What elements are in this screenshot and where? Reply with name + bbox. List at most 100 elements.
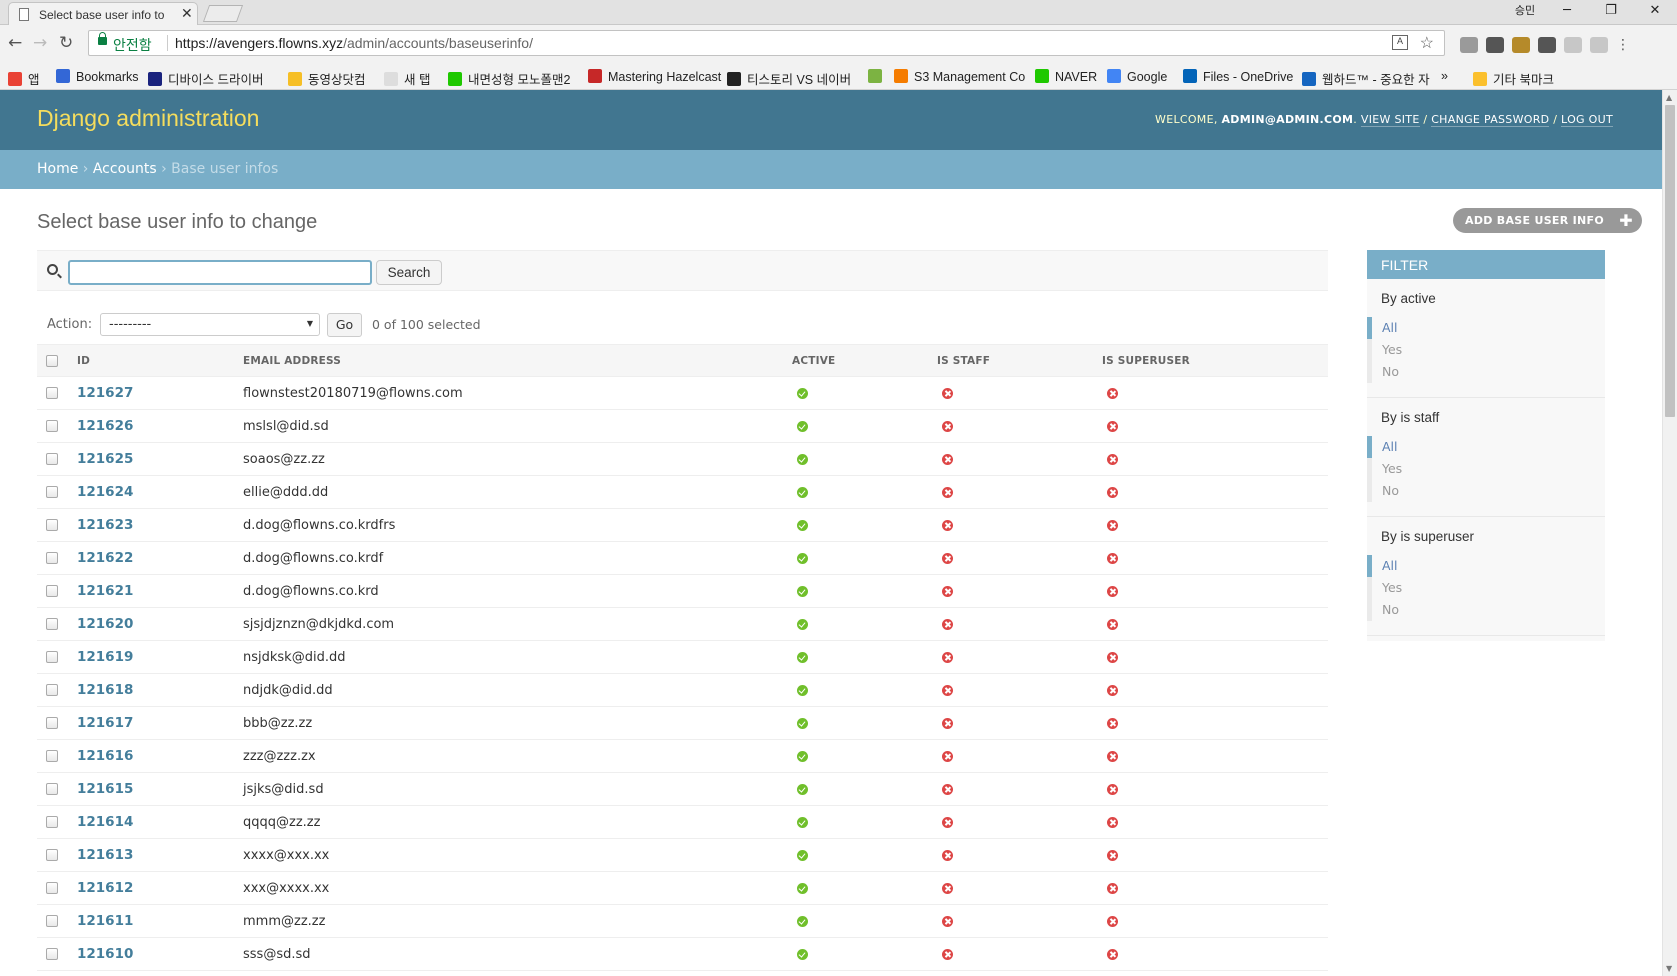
filter-option-all[interactable]: All <box>1367 555 1591 577</box>
scroll-up-icon[interactable]: ▲ <box>1666 93 1672 102</box>
filter-option-yes[interactable]: Yes <box>1382 458 1591 480</box>
extension-icon[interactable] <box>1512 36 1530 53</box>
bookmark-item[interactable]: Files - OneDrive <box>1183 69 1293 84</box>
row-checkbox[interactable] <box>46 420 58 432</box>
filter-option-no[interactable]: No <box>1382 361 1591 383</box>
bookmark-item[interactable]: 티스토리 VS 네이버 <box>727 69 851 88</box>
row-id-link[interactable]: 121627 <box>77 385 133 401</box>
row-checkbox[interactable] <box>46 552 58 564</box>
column-header-active[interactable]: ACTIVE <box>792 344 937 377</box>
row-id-link[interactable]: 121620 <box>77 616 133 632</box>
search-input[interactable] <box>68 260 372 285</box>
bookmark-star-icon[interactable]: ☆ <box>1420 33 1434 53</box>
bookmark-item[interactable]: Bookmarks <box>56 69 139 84</box>
row-id-link[interactable]: 121612 <box>77 880 133 896</box>
close-window-icon[interactable]: ✕ <box>1633 0 1677 22</box>
minimize-icon[interactable]: ─ <box>1545 0 1589 22</box>
column-header-email[interactable]: EMAIL ADDRESS <box>243 344 792 377</box>
row-checkbox[interactable] <box>46 618 58 630</box>
bookmark-item[interactable]: 앱 <box>8 69 40 88</box>
add-base-user-info-button[interactable]: ADD BASE USER INFO ✚ <box>1453 208 1643 233</box>
profile-button[interactable]: 승민 <box>1505 0 1545 22</box>
filter-option-yes[interactable]: Yes <box>1382 577 1591 599</box>
column-header-is-staff[interactable]: IS STAFF <box>937 344 1102 377</box>
filter-option-yes[interactable]: Yes <box>1382 339 1591 361</box>
row-checkbox[interactable] <box>46 453 58 465</box>
bookmark-item[interactable]: Mastering Hazelcast <box>588 69 721 84</box>
bookmark-item[interactable]: S3 Management Co <box>894 69 1025 84</box>
bookmark-item[interactable]: 동영상닷컴 <box>288 69 366 88</box>
row-id-link[interactable]: 121615 <box>77 781 133 797</box>
bookmark-item[interactable] <box>868 69 888 84</box>
extension-icon[interactable] <box>1590 36 1608 53</box>
row-checkbox[interactable] <box>46 915 58 927</box>
row-checkbox[interactable] <box>46 486 58 498</box>
row-id-link[interactable]: 121625 <box>77 451 133 467</box>
restore-icon[interactable]: ❐ <box>1589 0 1633 22</box>
row-id-link[interactable]: 121626 <box>77 418 133 434</box>
browser-tab[interactable]: Select base user info to ✕ <box>8 2 198 26</box>
page-scrollbar[interactable]: ▲ ▼ <box>1662 90 1677 976</box>
row-id-link[interactable]: 121621 <box>77 583 133 599</box>
translate-icon[interactable]: A <box>1392 35 1408 50</box>
row-id-link[interactable]: 121618 <box>77 682 133 698</box>
row-checkbox[interactable] <box>46 585 58 597</box>
bookmark-item[interactable]: 내면성형 모노폴맨2 <box>448 69 570 88</box>
filter-option-all[interactable]: All <box>1367 317 1591 339</box>
filter-option-all[interactable]: All <box>1367 436 1591 458</box>
bookmark-item[interactable]: NAVER <box>1035 69 1097 84</box>
action-select[interactable]: --------- ▼ <box>100 313 320 336</box>
address-bar[interactable]: 안전함 https://avengers.flowns.xyz/admin/ac… <box>88 30 1445 56</box>
row-checkbox[interactable] <box>46 684 58 696</box>
close-tab-icon[interactable]: ✕ <box>181 6 193 22</box>
select-all-checkbox[interactable] <box>46 354 58 367</box>
reload-icon[interactable]: ↻ <box>59 33 73 53</box>
row-id-link[interactable]: 121622 <box>77 550 133 566</box>
breadcrumb-accounts[interactable]: Accounts <box>93 161 157 177</box>
bookmark-item[interactable]: 기타 북마크 <box>1473 69 1554 88</box>
chrome-menu-icon[interactable]: ⋮ <box>1616 37 1630 53</box>
extension-icon[interactable] <box>1538 36 1556 53</box>
row-id-link[interactable]: 121617 <box>77 715 133 731</box>
bookmark-item[interactable]: 디바이스 드라이버 <box>148 69 263 88</box>
row-checkbox[interactable] <box>46 750 58 762</box>
search-button[interactable]: Search <box>376 260 442 285</box>
column-header-is-superuser[interactable]: IS SUPERUSER <box>1102 344 1328 377</box>
bookmark-item[interactable]: 웹하드™ - 중요한 자 <box>1302 69 1430 88</box>
log-out-link[interactable]: LOG OUT <box>1561 113 1613 127</box>
extension-icon[interactable] <box>1460 36 1478 53</box>
new-tab-button[interactable] <box>202 5 244 22</box>
row-id-link[interactable]: 121624 <box>77 484 133 500</box>
bookmark-item[interactable]: 새 탭 <box>384 69 430 88</box>
view-site-link[interactable]: VIEW SITE <box>1360 113 1420 127</box>
site-branding[interactable]: Django administration <box>37 105 259 132</box>
row-id-link[interactable]: 121616 <box>77 748 133 764</box>
go-button[interactable]: Go <box>327 313 362 337</box>
bookmark-item[interactable]: » <box>1441 69 1448 83</box>
row-id-link[interactable]: 121619 <box>77 649 133 665</box>
forward-icon[interactable]: → <box>33 33 47 53</box>
filter-option-no[interactable]: No <box>1382 480 1591 502</box>
scroll-down-icon[interactable]: ▼ <box>1666 964 1672 973</box>
row-id-link[interactable]: 121613 <box>77 847 133 863</box>
row-checkbox[interactable] <box>46 816 58 828</box>
row-checkbox[interactable] <box>46 783 58 795</box>
scrollbar-thumb[interactable] <box>1665 105 1675 417</box>
row-checkbox[interactable] <box>46 882 58 894</box>
row-checkbox[interactable] <box>46 717 58 729</box>
pocket-icon[interactable] <box>1486 36 1504 53</box>
row-id-link[interactable]: 121623 <box>77 517 133 533</box>
row-checkbox[interactable] <box>46 849 58 861</box>
row-id-link[interactable]: 121611 <box>77 913 133 929</box>
download-icon[interactable] <box>1564 36 1582 53</box>
bookmark-item[interactable]: Google <box>1107 69 1167 84</box>
row-checkbox[interactable] <box>46 387 58 399</box>
breadcrumb-home[interactable]: Home <box>37 161 78 177</box>
row-checkbox[interactable] <box>46 651 58 663</box>
change-password-link[interactable]: CHANGE PASSWORD <box>1431 113 1550 127</box>
filter-option-no[interactable]: No <box>1382 599 1591 621</box>
row-checkbox[interactable] <box>46 519 58 531</box>
back-icon[interactable]: ← <box>8 33 22 53</box>
column-header-id[interactable]: ID <box>77 344 243 377</box>
row-id-link[interactable]: 121614 <box>77 814 133 830</box>
